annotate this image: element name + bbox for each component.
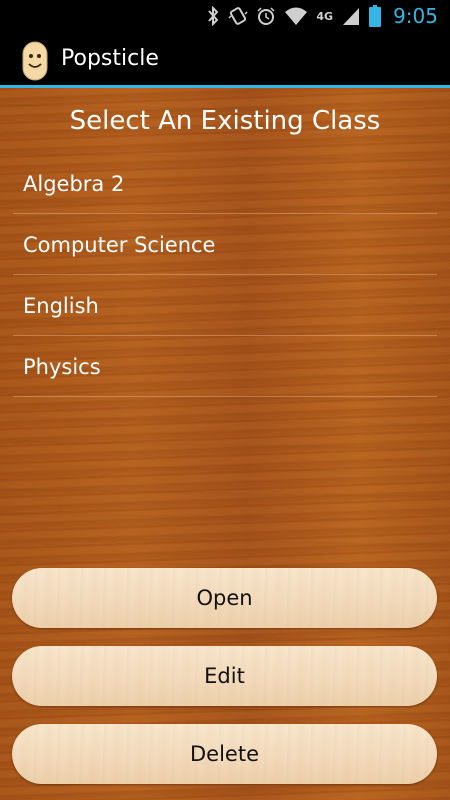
status-icons: 4G 9:05	[206, 0, 438, 32]
open-button[interactable]: Open	[12, 568, 437, 628]
class-list-item[interactable]: English	[13, 276, 437, 336]
class-list-item[interactable]: Algebra 2	[13, 154, 437, 214]
app-title: Popsticle	[61, 46, 159, 71]
action-bar: Popsticle	[0, 32, 450, 88]
popsicle-face-icon	[22, 41, 48, 81]
class-list-item[interactable]: Computer Science	[13, 215, 437, 275]
battery-icon	[369, 5, 382, 27]
wood-background: Select An Existing Class Algebra 2 Compu…	[0, 88, 450, 800]
edit-button[interactable]: Edit	[12, 646, 437, 706]
bluetooth-icon	[206, 6, 220, 26]
page-title: Select An Existing Class	[69, 106, 381, 136]
class-list-item[interactable]: Physics	[13, 337, 437, 397]
signal-icon	[341, 6, 361, 26]
status-bar: 4G 9:05	[0, 0, 450, 32]
alarm-icon	[256, 6, 276, 26]
wifi-icon	[284, 6, 308, 26]
delete-button[interactable]: Delete	[12, 724, 437, 784]
class-list: Algebra 2 Computer Science English Physi…	[13, 154, 437, 397]
status-clock: 9:05	[393, 4, 438, 28]
network-type-label: 4G	[316, 9, 334, 23]
vibrate-icon	[228, 6, 248, 26]
app-screen: 4G 9:05 Popsticle Select An Existing Cla…	[0, 0, 450, 800]
